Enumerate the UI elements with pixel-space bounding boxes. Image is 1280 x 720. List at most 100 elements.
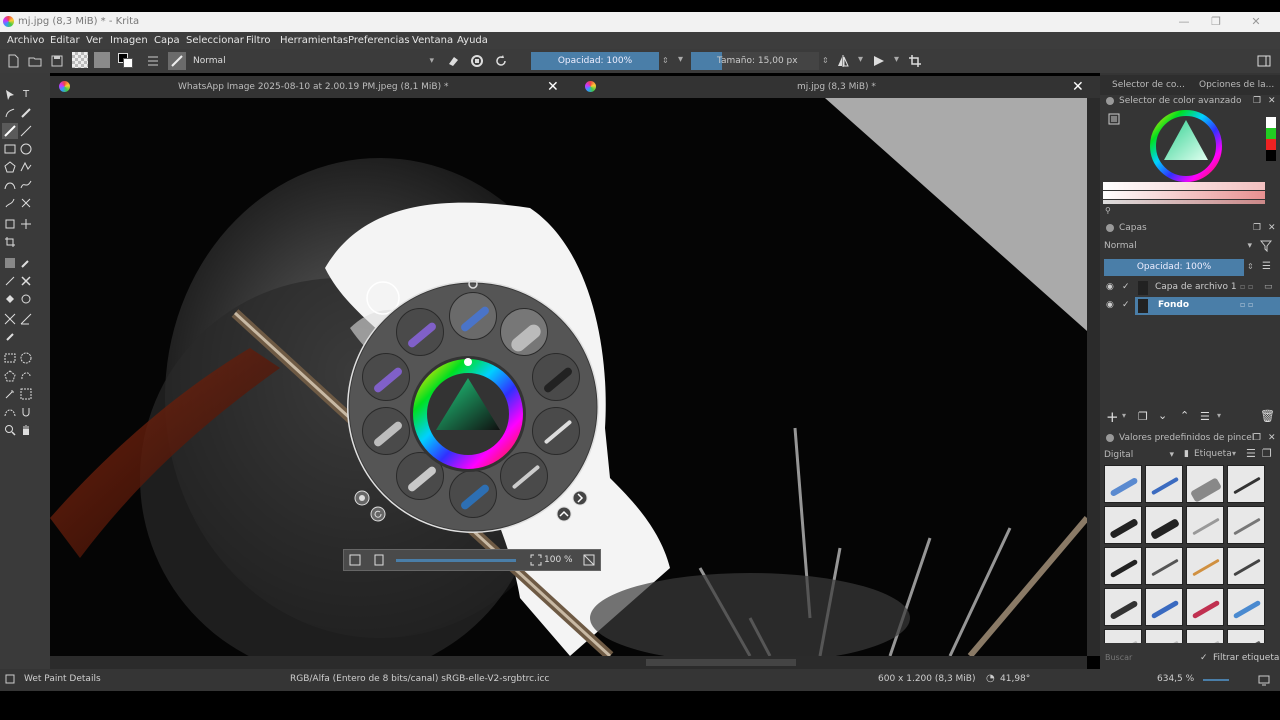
menu-filtro[interactable]: Filtro [246,35,271,46]
blend-mode-select[interactable]: Normal ▾ [190,52,438,70]
brush-settings-icon[interactable] [146,54,160,68]
layer-check-icon[interactable]: ✓ [1122,300,1130,310]
close-panel-icon[interactable]: ✕ [1268,93,1276,109]
similar-select-icon[interactable] [20,388,32,400]
polygon-tool-icon[interactable] [4,161,16,173]
fullscreen-icon[interactable] [582,553,596,567]
preset-tag-select[interactable]: Digital ▾ [1104,447,1176,463]
filter-checkbox-icon[interactable]: ✓ [1200,653,1208,663]
menu-archivo[interactable]: Archivo [7,35,44,46]
brush-preset[interactable] [1227,465,1265,503]
pan-tool-icon[interactable] [20,424,32,436]
zoom-tool-icon[interactable] [4,424,16,436]
opacity-spin-icon[interactable]: ⇕ [662,56,669,65]
zoom-fit-icon[interactable] [530,554,542,566]
status-zoom[interactable]: 634,5 % [1157,674,1194,684]
reset-rotation-icon[interactable] [370,506,386,522]
filter-icon[interactable] [1260,240,1272,252]
popup-palette[interactable] [344,280,602,534]
opacity-slider[interactable]: Opacidad: 100% [531,52,659,70]
palette-brush-slot[interactable] [449,292,497,340]
palette-brush-slot[interactable] [500,308,548,356]
opacity-spin-icon[interactable]: ⇕ [1247,262,1254,271]
view-mode-icon[interactable] [1258,674,1270,686]
brush-preset[interactable] [1186,506,1224,544]
color-history-strip[interactable] [1266,117,1276,161]
save-icon[interactable] [50,54,64,68]
mirror-h-menu-icon[interactable]: ▾ [858,54,863,65]
layer-flags-icon[interactable]: ▫ ▫ [1240,300,1253,309]
palette-brush-slot[interactable] [449,470,497,518]
palette-brush-slot[interactable] [362,407,410,455]
filter-tag-label[interactable]: Filtrar etiqueta [1213,653,1279,663]
minimize-icon[interactable]: — [1176,14,1192,30]
chevron-down-icon[interactable]: ▾ [1122,411,1126,420]
tab-whatsapp-image[interactable]: WhatsApp Image 2025-08-10 at 2.00.19 PM.… [50,76,575,98]
float-panel-icon[interactable]: ❐ [1253,93,1261,109]
open-folder-icon[interactable] [28,54,42,68]
menu-capa[interactable]: Capa [154,35,180,46]
brush-preset[interactable] [1145,588,1183,626]
vertical-scrollbar[interactable] [1087,98,1100,656]
layer-check-icon[interactable]: ✓ [1122,282,1130,292]
menu-herramientas[interactable]: Herramientas [280,35,348,46]
freehand-brush-tool[interactable] [2,123,18,139]
palette-brush-slot[interactable] [532,353,580,401]
rotation-icon[interactable]: ◔ [986,673,995,684]
fill-tool-icon[interactable] [4,293,16,305]
assistant-tool-icon[interactable] [4,313,16,325]
zoom-slider[interactable] [396,559,516,562]
brush-preset[interactable] [1186,547,1224,585]
brush-preset[interactable] [1145,465,1183,503]
palette-color-wheel[interactable] [408,354,528,474]
clear-icon[interactable] [348,553,362,567]
color-slider-3[interactable] [1103,200,1265,204]
edit-shapes-icon[interactable] [4,107,16,119]
close-panel-icon[interactable]: ✕ [1268,220,1276,236]
magnetic-select-icon[interactable] [20,406,32,418]
brush-preset[interactable] [1186,465,1224,503]
move-up-icon[interactable]: ⌃ [1180,409,1189,422]
brush-preset[interactable] [1104,588,1142,626]
wrap-around-icon[interactable] [908,54,922,68]
chevron-up-icon[interactable] [556,506,572,522]
float-panel-icon[interactable]: ❐ [1253,430,1261,446]
palette-brush-slot[interactable] [362,353,410,401]
alpha-lock-icon[interactable] [470,54,484,68]
close-tab-icon[interactable]: ✕ [1072,76,1084,98]
float-panel-icon[interactable]: ❐ [1253,220,1261,236]
gradient-tool-icon[interactable] [4,257,16,269]
brush-preset[interactable] [1227,629,1265,643]
menu-ver[interactable]: Ver [86,35,102,46]
dynamic-brush-icon[interactable] [4,197,16,209]
horizontal-scrollbar[interactable] [50,656,1087,669]
layer-menu-icon[interactable]: ☰ [1262,261,1271,272]
fill-pattern-swatch[interactable] [72,52,88,68]
duplicate-layer-icon[interactable]: ❐ [1138,410,1148,423]
layer-properties-icon[interactable]: ☰ [1200,410,1210,423]
tab-mj-jpg[interactable]: mj.jpg (8,3 MiB) * ✕ [575,76,1100,98]
chevron-down-icon[interactable]: ▾ [1232,449,1236,458]
chevron-down-icon[interactable]: ▾ [1217,411,1221,420]
color-slider-2[interactable] [1103,191,1265,199]
brush-preview-icon[interactable] [5,674,15,684]
brush-preset[interactable] [1104,506,1142,544]
eraser-mode-icon[interactable] [446,54,460,68]
tab-color-selector[interactable]: Selector de co... [1112,80,1185,90]
move-down-icon[interactable]: ⌄ [1158,409,1167,422]
close-panel-icon[interactable]: ✕ [1268,430,1276,446]
layer-opacity-slider[interactable]: Opacidad: 100% [1104,259,1244,276]
polyline-tool-icon[interactable] [20,161,32,173]
colorize-mask-icon[interactable] [4,275,16,287]
list-view-icon[interactable]: ☰ [1246,447,1256,460]
layer-flags-icon[interactable]: ▫ ▫ [1240,282,1253,291]
close-window-icon[interactable]: ✕ [1248,14,1264,30]
tag-icon[interactable] [354,490,370,506]
close-tab-icon[interactable]: ✕ [547,76,559,98]
layer-row[interactable]: ◉ ✓ Capa de archivo 1 ▫ ▫ ▭ [1100,279,1280,297]
calligraphy-icon[interactable] [20,107,32,119]
zoom-slider[interactable] [1203,679,1229,681]
transform-tool-icon[interactable] [4,218,16,230]
preset-settings-icon[interactable]: ❐ [1262,447,1272,460]
menu-ayuda[interactable]: Ayuda [457,35,488,46]
